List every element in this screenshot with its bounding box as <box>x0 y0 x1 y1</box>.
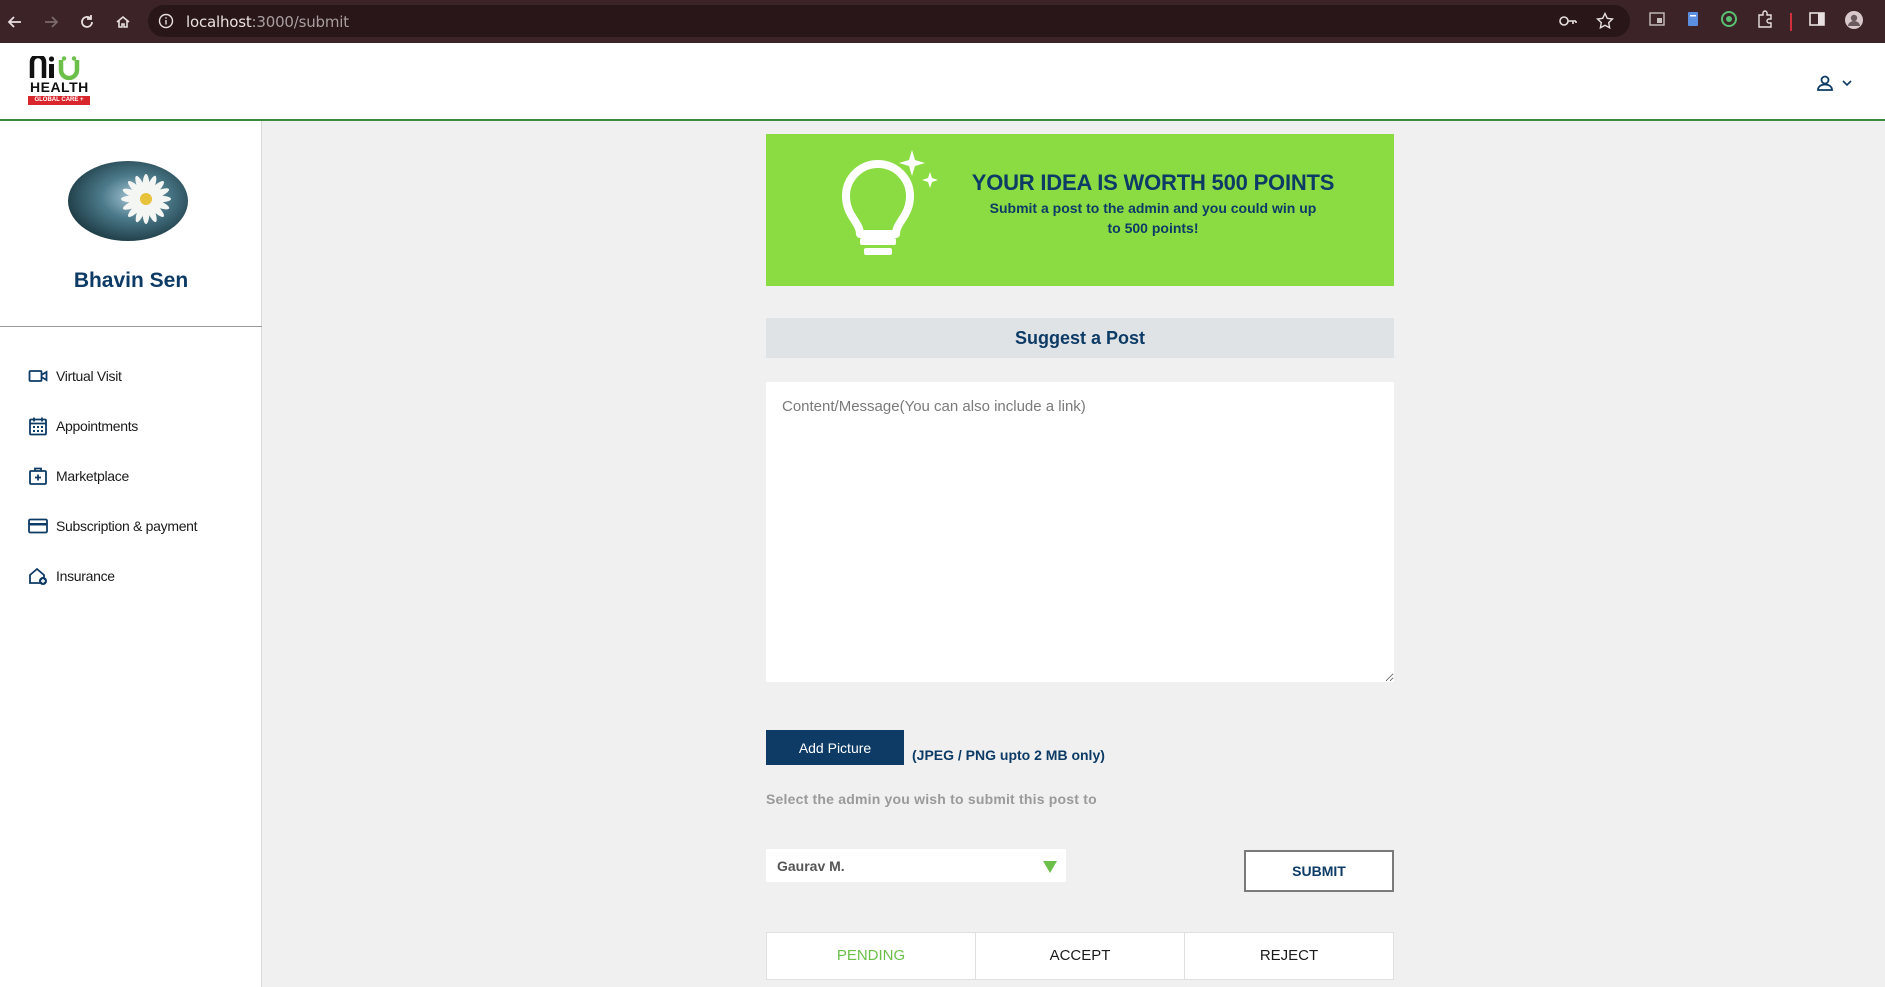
message-textarea[interactable] <box>766 382 1394 682</box>
lightbulb-icon <box>842 150 938 255</box>
browser-toolbar: localhost:3000/submit <box>0 0 1885 43</box>
calendar-icon <box>28 416 48 436</box>
sidebar-item-label: Appointments <box>56 418 139 434</box>
sidebar-item-label: Subscription & payment <box>56 518 198 534</box>
tab-reject[interactable]: REJECT <box>1185 933 1393 979</box>
chevron-down-icon <box>1842 80 1852 87</box>
forward-icon[interactable] <box>38 9 64 35</box>
sidebar: Bhavin Sen Virtual Visit Appointments Ma… <box>0 121 262 987</box>
medical-bag-icon <box>28 466 48 486</box>
sidebar-menu: Virtual Visit Appointments Marketplace S… <box>28 351 198 601</box>
video-camera-icon <box>28 366 48 386</box>
extension-screen-icon[interactable] <box>1648 10 1666 28</box>
logo-tagline: GLOBAL CARE + <box>28 96 90 105</box>
tab-accept[interactable]: ACCEPT <box>976 933 1185 979</box>
picture-format-note: (JPEG / PNG upto 2 MB only) <box>912 747 1105 763</box>
niu-logo-mark <box>29 56 80 80</box>
tab-pending[interactable]: PENDING <box>767 933 976 979</box>
url-text: localhost:3000/submit <box>186 13 349 31</box>
banner-title: YOUR IDEA IS WORTH 500 POINTS <box>971 170 1335 195</box>
dropdown-triangle-icon <box>1043 861 1057 873</box>
admin-select-dropdown[interactable]: Gaurav M. <box>766 849 1066 882</box>
extension-target-icon[interactable] <box>1720 10 1738 28</box>
sidebar-divider <box>0 326 262 327</box>
sidebar-item-subscription[interactable]: Subscription & payment <box>28 501 198 551</box>
user-menu[interactable] <box>1815 73 1853 93</box>
sidebar-item-marketplace[interactable]: Marketplace <box>28 451 197 501</box>
logo-wordmark: HEALTH <box>30 79 89 95</box>
sidebar-item-label: Insurance <box>56 568 115 584</box>
site-info-icon[interactable] <box>158 13 174 29</box>
sidebar-item-appointments[interactable]: Appointments <box>28 401 197 451</box>
banner-subtitle: Submit a post to the admin and you could… <box>989 200 1317 236</box>
app-header: HEALTH GLOBAL CARE + <box>0 43 1885 121</box>
sidebar-item-label: Marketplace <box>56 468 129 484</box>
home-icon[interactable] <box>110 9 136 35</box>
profile-avatar-icon[interactable] <box>1844 10 1864 30</box>
side-panel-icon[interactable] <box>1808 10 1826 28</box>
niu-health-logo[interactable]: HEALTH GLOBAL CARE + <box>28 56 92 114</box>
profile-name: Bhavin Sen <box>73 269 189 292</box>
sidebar-item-label: Virtual Visit <box>56 368 122 384</box>
home-shield-icon <box>28 566 48 586</box>
add-picture-button[interactable]: Add Picture <box>766 730 904 765</box>
status-tabs: PENDING ACCEPT REJECT <box>766 932 1394 980</box>
bookmark-star-icon[interactable] <box>1596 12 1614 30</box>
credit-card-icon <box>28 516 48 536</box>
daisy-flower-image <box>121 174 171 224</box>
submit-button[interactable]: SUBMIT <box>1244 850 1394 892</box>
extensions-puzzle-icon[interactable] <box>1756 10 1774 28</box>
sidebar-item-virtual-visit[interactable]: Virtual Visit <box>28 351 197 401</box>
admin-selected-value: Gaurav M. <box>777 858 845 874</box>
back-icon[interactable] <box>2 9 28 35</box>
user-icon <box>1817 75 1833 91</box>
toolbar-separator <box>1790 13 1792 31</box>
extension-doc-icon[interactable] <box>1684 10 1702 28</box>
suggest-post-heading: Suggest a Post <box>766 318 1394 358</box>
points-banner: YOUR IDEA IS WORTH 500 POINTS Submit a p… <box>766 134 1394 286</box>
sidebar-item-insurance[interactable]: Insurance <box>28 551 197 601</box>
admin-select-label: Select the admin you wish to submit this… <box>766 791 1097 807</box>
reload-icon[interactable] <box>74 9 100 35</box>
profile-avatar[interactable] <box>68 161 188 241</box>
password-key-icon[interactable] <box>1558 12 1578 30</box>
address-bar[interactable]: localhost:3000/submit <box>148 5 1630 37</box>
